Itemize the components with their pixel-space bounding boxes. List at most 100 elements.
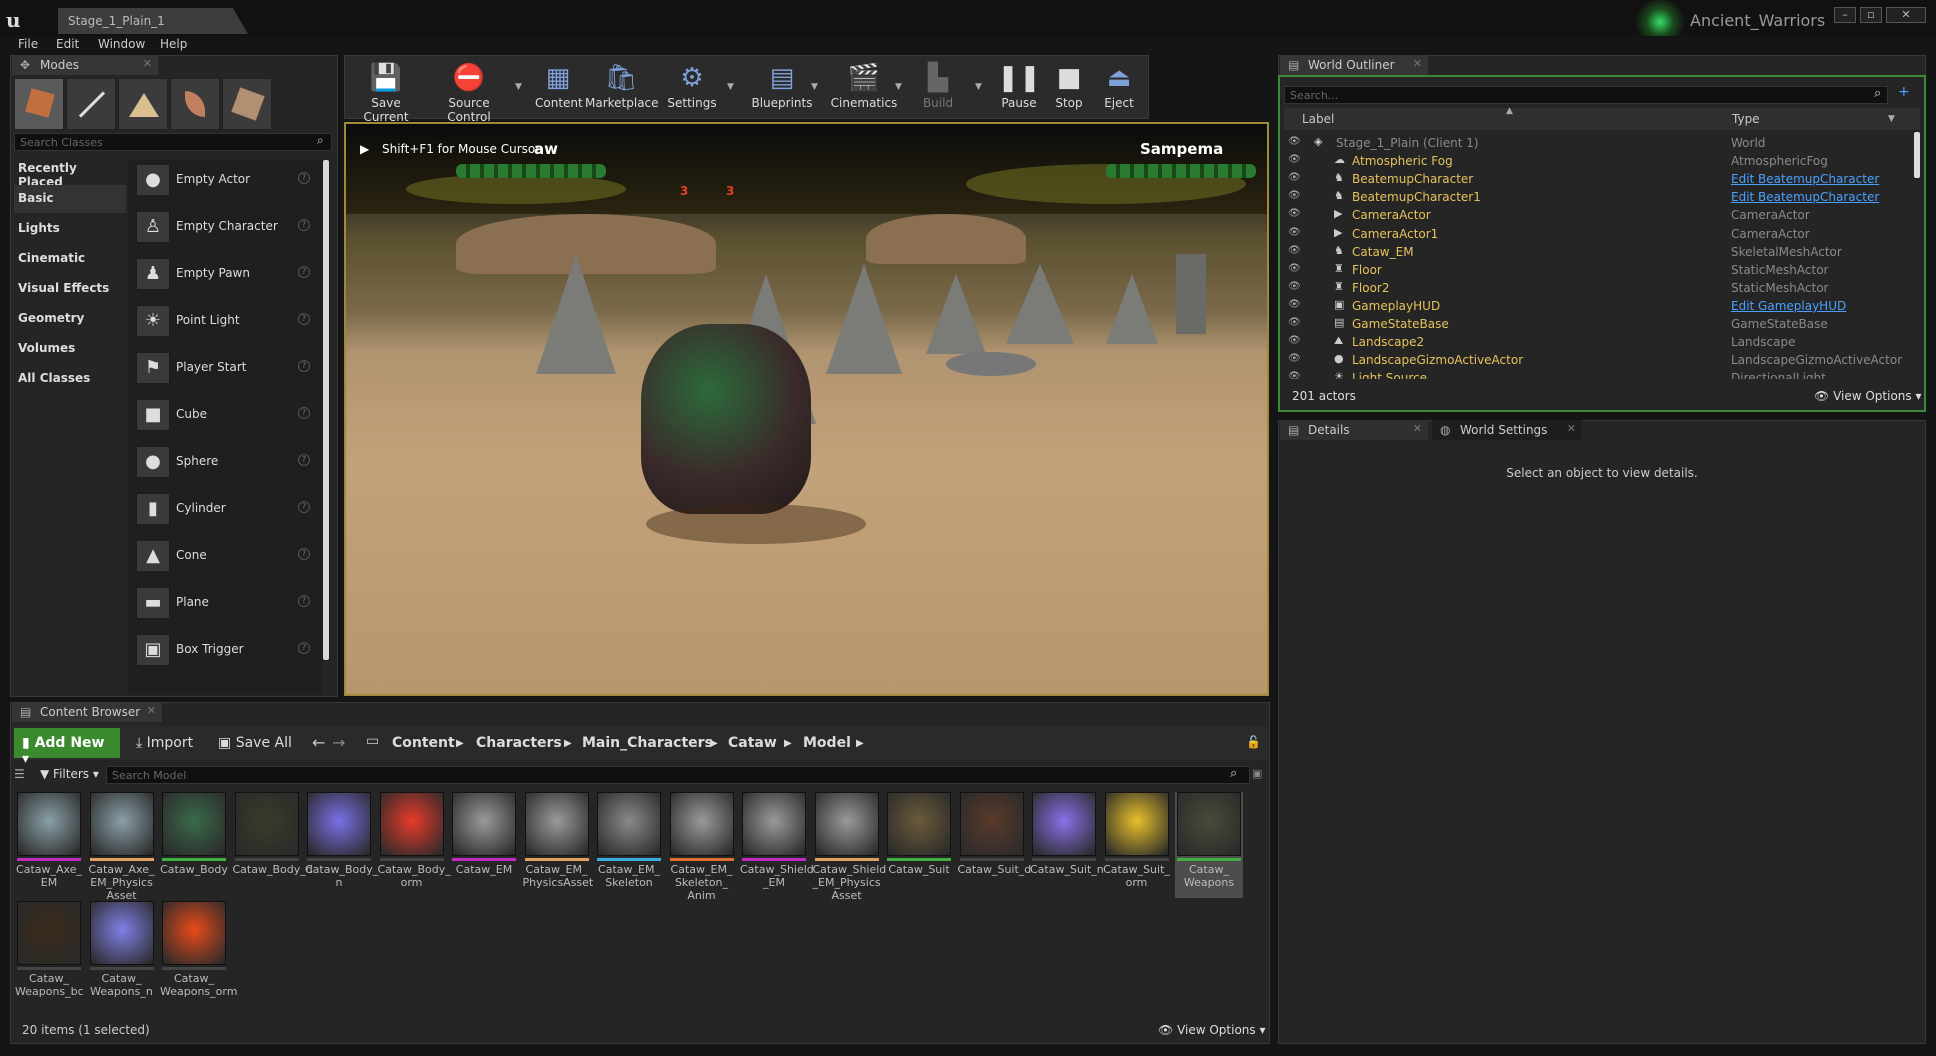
visibility-eye-icon[interactable]: 👁	[1288, 353, 1301, 364]
category-visual-effects[interactable]: Visual Effects	[14, 275, 126, 303]
breadcrumb-separator-icon[interactable]: ▶	[710, 738, 718, 749]
outliner-row[interactable]: 👁 ☀ Light Source DirectionalLight	[1284, 369, 1920, 379]
visibility-eye-icon[interactable]: 👁	[1288, 172, 1301, 183]
level-viewport[interactable]: ▶ Shift+F1 for Mouse Cursor aw Sampema 3…	[344, 122, 1269, 696]
asset-tile[interactable]: Cataw_Body_ n	[305, 792, 378, 898]
asset-tile[interactable]: Cataw_Axe_ EM	[15, 792, 83, 898]
place-point-light[interactable]: ☀ Point Light?	[132, 301, 318, 341]
category-cinematic[interactable]: Cinematic	[14, 245, 126, 273]
outliner-row[interactable]: 👁 ▶ CameraActor1 CameraActor	[1284, 225, 1920, 243]
outliner-world-row[interactable]: 👁 ◈ Stage_1_Plain (Client 1) World	[1284, 134, 1920, 152]
breadcrumb-characters[interactable]: Characters	[476, 735, 562, 751]
save-search-icon[interactable]: ▣	[1252, 767, 1262, 780]
visibility-eye-icon[interactable]: 👁	[1288, 263, 1301, 274]
foliage-mode-button[interactable]	[170, 78, 220, 130]
asset-tile[interactable]: Cataw_Shield _EM	[740, 792, 814, 898]
close-icon[interactable]: ✕	[143, 57, 152, 70]
tab-world-outliner[interactable]: ▤ World Outliner ✕	[1280, 55, 1428, 75]
settings-button[interactable]: ⚙ Settings	[667, 60, 717, 116]
category-recently-placed[interactable]: Recently Placed	[14, 155, 126, 189]
outliner-row[interactable]: 👁 ⛰ Landscape2 Landscape	[1284, 333, 1920, 351]
place-box-trigger[interactable]: ▣ Box Trigger?	[132, 630, 318, 670]
breadcrumb-separator-icon[interactable]: ▶	[784, 738, 792, 749]
viewport-options-icon[interactable]: ▶	[360, 142, 369, 156]
asset-tile[interactable]: Cataw_Suit_ orm	[1103, 792, 1171, 898]
asset-tile[interactable]: Cataw_EM	[450, 792, 518, 898]
column-type-header[interactable]: Type	[1732, 112, 1760, 126]
breadcrumb-separator-icon[interactable]: ▶	[564, 738, 572, 749]
build-button[interactable]: ▙ Build	[915, 60, 961, 116]
place-sphere[interactable]: ● Sphere?	[132, 442, 318, 482]
help-icon[interactable]: ?	[298, 172, 310, 184]
outliner-row[interactable]: 👁 ♞ Cataw_EM SkeletalMeshActor	[1284, 243, 1920, 261]
asset-tile[interactable]: Cataw_Suit_n	[1030, 792, 1104, 898]
help-icon[interactable]: ?	[298, 313, 310, 325]
asset-tile[interactable]: Cataw_EM_ Skeleton_ Anim	[668, 792, 736, 902]
forward-arrow-icon[interactable]: →	[332, 733, 345, 752]
menu-help[interactable]: Help	[160, 37, 187, 51]
asset-tile[interactable]: Cataw_Body_ orm	[378, 792, 451, 898]
lock-icon[interactable]: 🔓	[1246, 735, 1261, 749]
asset-tile[interactable]: Cataw_EM_ Skeleton	[595, 792, 663, 898]
sources-toggle-icon[interactable]: ☰	[14, 767, 25, 781]
place-cylinder[interactable]: ▮ Cylinder?	[132, 489, 318, 529]
asset-tile[interactable]: Cataw_Suit_d	[958, 792, 1031, 898]
asset-tile[interactable]: Cataw_Axe_ EM_Physics Asset	[88, 792, 156, 902]
save-all-button[interactable]: ▣ Save All	[210, 728, 300, 758]
minimize-button[interactable]: –	[1834, 7, 1856, 23]
blueprints-button[interactable]: ▤ Blueprints	[749, 60, 815, 116]
visibility-eye-icon[interactable]: 👁	[1288, 335, 1301, 346]
content-search-input[interactable]: Search Model	[106, 766, 1250, 784]
close-button[interactable]: ✕	[1886, 7, 1926, 23]
asset-tile[interactable]: Cataw_EM_ PhysicsAsset	[523, 792, 593, 898]
outliner-scrollbar[interactable]	[1914, 132, 1920, 178]
landscape-mode-button[interactable]	[118, 78, 168, 130]
edit-blueprint-link[interactable]: Edit GameplayHUD	[1731, 299, 1846, 313]
edit-blueprint-link[interactable]: Edit BeatemupCharacter	[1731, 172, 1879, 186]
back-arrow-icon[interactable]: ←	[312, 733, 325, 752]
edit-blueprint-link[interactable]: Edit BeatemupCharacter	[1731, 190, 1879, 204]
import-button[interactable]: ⤓ Import	[128, 728, 201, 758]
breadcrumb-main-characters[interactable]: Main_Characters	[582, 735, 713, 751]
place-mode-button[interactable]	[14, 78, 64, 130]
close-icon[interactable]: ✕	[1413, 57, 1422, 70]
maximize-button[interactable]: ▫	[1860, 7, 1882, 23]
outliner-search-input[interactable]: Search...	[1284, 86, 1888, 104]
breadcrumb-model[interactable]: Model	[803, 735, 851, 751]
visibility-eye-icon[interactable]: 👁	[1288, 227, 1301, 238]
content-view-options-button[interactable]: 👁 View Options ▾	[1158, 1023, 1266, 1037]
place-cone[interactable]: ▲ Cone?	[132, 536, 318, 576]
list-scrollbar[interactable]	[322, 160, 330, 660]
place-player-start[interactable]: ⚑ Player Start?	[132, 348, 318, 388]
visibility-eye-icon[interactable]: 👁	[1288, 317, 1301, 328]
search-classes-input[interactable]: Search Classes	[14, 133, 332, 151]
help-icon[interactable]: ?	[298, 266, 310, 278]
help-icon[interactable]: ?	[298, 407, 310, 419]
asset-tile[interactable]: Cataw_ Weapons_orm	[160, 901, 237, 1007]
breadcrumb-separator-icon[interactable]: ▶	[856, 738, 864, 749]
pause-button[interactable]: ❚❚ Pause	[997, 60, 1041, 116]
asset-tile[interactable]: Cataw_ Weapons_bc	[15, 901, 84, 1007]
asset-tile[interactable]: Cataw_Suit	[885, 792, 953, 898]
outliner-row[interactable]: 👁 ☁ Atmospheric Fog AtmosphericFog	[1284, 152, 1920, 170]
menu-edit[interactable]: Edit	[56, 37, 79, 51]
cinematics-button[interactable]: 🎬 Cinematics	[829, 60, 899, 116]
visibility-eye-icon[interactable]: 👁	[1288, 154, 1301, 165]
outliner-row[interactable]: 👁 ▶ CameraActor CameraActor	[1284, 206, 1920, 224]
help-icon[interactable]: ?	[298, 219, 310, 231]
help-icon[interactable]: ?	[298, 642, 310, 654]
category-volumes[interactable]: Volumes	[14, 335, 126, 363]
asset-tile[interactable]: Cataw_Body_d	[233, 792, 313, 898]
help-icon[interactable]: ?	[298, 595, 310, 607]
place-cube[interactable]: ■ Cube?	[132, 395, 318, 435]
outliner-row[interactable]: 👁 ♜ Floor StaticMeshActor	[1284, 261, 1920, 279]
column-label-header[interactable]: Label	[1302, 112, 1334, 126]
place-plane[interactable]: ▬ Plane?	[132, 583, 318, 623]
asset-tile[interactable]: Cataw_Shield _EM_Physics Asset	[813, 792, 886, 902]
visibility-eye-icon[interactable]: 👁	[1288, 281, 1301, 292]
visibility-eye-icon[interactable]: 👁	[1288, 371, 1301, 379]
add-filter-icon[interactable]: +	[1898, 84, 1918, 102]
geometry-mode-button[interactable]	[222, 78, 272, 130]
tab-content-browser[interactable]: ▤ Content Browser ✕	[12, 702, 162, 722]
category-geometry[interactable]: Geometry	[14, 305, 126, 333]
